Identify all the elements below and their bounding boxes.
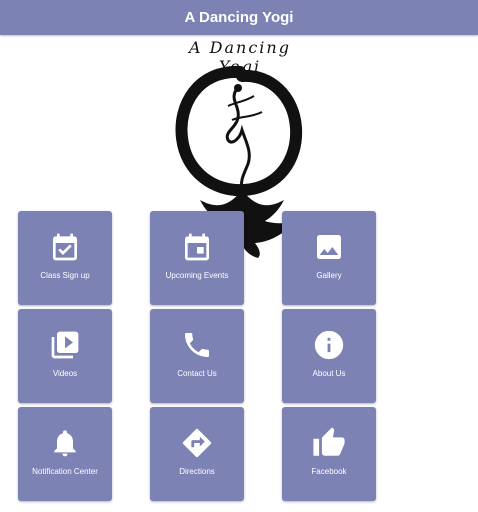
tile-label: Videos	[52, 369, 78, 378]
calendar-icon	[179, 229, 215, 265]
video-library-icon	[47, 327, 83, 363]
tile-gallery[interactable]: Gallery	[282, 211, 376, 305]
app-header: A Dancing Yogi	[0, 0, 478, 35]
tile-facebook[interactable]: Facebook	[282, 407, 376, 501]
phone-icon	[179, 327, 215, 363]
tile-class-sign-up[interactable]: Class Sign up	[18, 211, 112, 305]
image-icon	[311, 229, 347, 265]
thumbs-up-icon	[311, 425, 347, 461]
tile-label: Facebook	[311, 467, 347, 476]
tile-label: Class Sign up	[40, 271, 90, 280]
app-title: A Dancing Yogi	[184, 9, 294, 26]
tile-label: About Us	[312, 369, 346, 378]
tile-label: Upcoming Events	[165, 271, 229, 280]
tile-upcoming-events[interactable]: Upcoming Events	[150, 211, 244, 305]
tile-videos[interactable]: Videos	[18, 309, 112, 403]
tile-label: Contact Us	[177, 369, 217, 378]
tile-about-us[interactable]: About Us	[282, 309, 376, 403]
tile-contact-us[interactable]: Contact Us	[150, 309, 244, 403]
tile-notification-center[interactable]: Notification Center	[18, 407, 112, 501]
calendar-check-icon	[47, 229, 83, 265]
info-icon	[311, 327, 347, 363]
directions-icon	[179, 425, 215, 461]
tile-directions[interactable]: Directions	[150, 407, 244, 501]
bell-icon	[47, 425, 83, 461]
tile-label: Notification Center	[32, 467, 98, 476]
tile-label: Directions	[179, 467, 215, 476]
tile-label: Gallery	[316, 271, 342, 280]
